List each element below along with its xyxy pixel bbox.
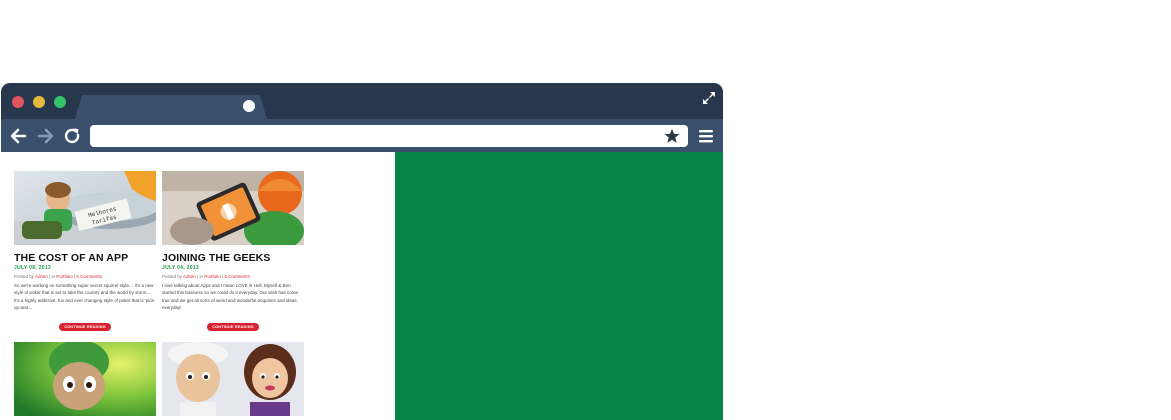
- post-meta: Posted by Admin | in Portfolio | 5 Comme…: [14, 274, 156, 279]
- blog-post: [14, 342, 156, 416]
- browser-window: Melhores Tarifas THE COST OF AN APP JULY…: [1, 83, 723, 420]
- address-bar[interactable]: [90, 125, 688, 147]
- post-date: JULY 08, 2013: [14, 265, 51, 271]
- blog-post: Melhores Tarifas THE COST OF AN APP JULY…: [14, 171, 156, 333]
- meta-separator: | in: [47, 274, 57, 279]
- menu-icon[interactable]: [698, 128, 714, 144]
- green-panel: [395, 152, 723, 420]
- title-bar: [1, 83, 723, 119]
- blog-post: [162, 342, 304, 416]
- author-link[interactable]: Admin: [183, 274, 196, 279]
- post-image[interactable]: Melhores Tarifas: [14, 171, 156, 245]
- continue-reading-button[interactable]: CONTINUE READING: [59, 322, 111, 331]
- back-arrow-icon[interactable]: [9, 127, 27, 145]
- reload-icon[interactable]: [63, 127, 81, 145]
- bookmark-star-icon[interactable]: [664, 128, 680, 144]
- post-image[interactable]: [162, 171, 304, 245]
- browser-tab[interactable]: [75, 95, 267, 119]
- page-viewport: Melhores Tarifas THE COST OF AN APP JULY…: [1, 152, 723, 420]
- meta-prefix: Posted by: [14, 274, 36, 279]
- category-link[interactable]: Portfolio: [56, 274, 73, 279]
- post-excerpt: So we're working on something super secr…: [14, 283, 156, 311]
- blog-post: JOINING THE GEEKS JULY 04, 2013 Posted b…: [162, 171, 304, 333]
- post-image[interactable]: [14, 342, 156, 416]
- post-meta: Posted by Admin | in Portfolio | 5 Comme…: [162, 274, 304, 279]
- continue-reading-button[interactable]: CONTINUE READING: [207, 322, 259, 331]
- forward-arrow-icon[interactable]: [37, 127, 55, 145]
- comments-link[interactable]: 5 Comments: [224, 274, 250, 279]
- post-excerpt: I love talking about Apps and I mean LOV…: [162, 283, 298, 311]
- post-image[interactable]: [162, 342, 304, 416]
- fullscreen-icon[interactable]: [701, 90, 717, 106]
- meta-separator: | in: [195, 274, 205, 279]
- post-date: JULY 04, 2013: [162, 265, 199, 271]
- post-title[interactable]: THE COST OF AN APP: [14, 252, 156, 264]
- post-title[interactable]: JOINING THE GEEKS: [162, 252, 304, 264]
- maximize-window-button[interactable]: [54, 96, 66, 108]
- close-window-button[interactable]: [12, 96, 24, 108]
- author-link[interactable]: Admin: [35, 274, 48, 279]
- browser-toolbar: [1, 119, 723, 152]
- comments-link[interactable]: 5 Comments: [76, 274, 102, 279]
- tab-indicator-icon: [243, 100, 255, 112]
- meta-prefix: Posted by: [162, 274, 184, 279]
- category-link[interactable]: Portfolio: [204, 274, 221, 279]
- minimize-window-button[interactable]: [33, 96, 45, 108]
